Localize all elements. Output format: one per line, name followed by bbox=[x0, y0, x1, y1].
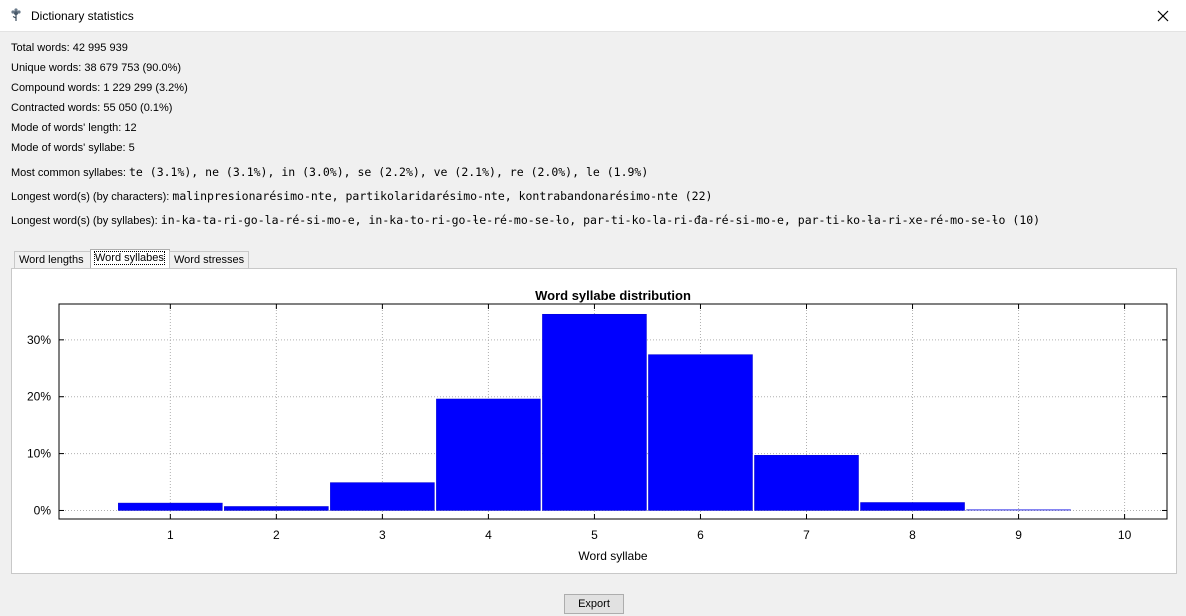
stat-label: Total words: bbox=[11, 42, 70, 54]
bar bbox=[648, 354, 753, 511]
stat-value: 38 679 753 (90.0%) bbox=[84, 62, 182, 74]
tab-label: Word stresses bbox=[174, 254, 245, 266]
x-tick-label: 1 bbox=[167, 528, 174, 542]
x-tick-label: 4 bbox=[485, 528, 492, 542]
stat-label: Most common syllabes: bbox=[11, 167, 126, 179]
bar bbox=[542, 313, 647, 511]
stat-longest-by-characters: Longest word(s) (by characters): malinpr… bbox=[11, 189, 712, 203]
x-tick-label: 6 bbox=[697, 528, 704, 542]
bar bbox=[754, 455, 859, 511]
x-tick-label: 3 bbox=[379, 528, 386, 542]
x-axis-label: Word syllabe bbox=[578, 549, 647, 563]
tab-label: Word lengths bbox=[19, 254, 84, 266]
stat-common-syllabes: Most common syllabes: te (3.1%), ne (3.1… bbox=[11, 165, 648, 179]
stat-label: Mode of words' length: bbox=[11, 122, 122, 134]
x-tick-label: 10 bbox=[1118, 528, 1132, 542]
x-tick-label: 2 bbox=[273, 528, 280, 542]
stat-label: Unique words: bbox=[11, 62, 82, 74]
stat-value: 12 bbox=[124, 122, 137, 134]
window-title: Dictionary statistics bbox=[31, 9, 134, 23]
y-tick-label: 20% bbox=[27, 390, 51, 404]
stat-label: Longest word(s) (by syllabes): bbox=[11, 215, 158, 227]
y-tick-label: 0% bbox=[34, 503, 52, 517]
bar bbox=[966, 509, 1071, 511]
chart-panel: Word syllabe distribution 1 2 3 4 5 6 7 8 9 10 0% 1… bbox=[11, 268, 1177, 574]
stat-compound-words: Compound words: 1 229 299 (3.2%) bbox=[11, 82, 188, 94]
stat-value: in-ka-ta-ri-go-la-ré-si-mo-e, in-ka-to-r… bbox=[160, 213, 1041, 227]
stat-longest-by-syllabes: Longest word(s) (by syllabes): in-ka-ta-… bbox=[11, 213, 1040, 227]
stat-label: Contracted words: bbox=[11, 102, 101, 114]
bar bbox=[118, 502, 223, 511]
stat-contracted-words: Contracted words: 55 050 (0.1%) bbox=[11, 102, 172, 114]
tab-word-syllabes[interactable]: Word syllabes bbox=[90, 249, 170, 268]
stat-value: 55 050 (0.1%) bbox=[103, 102, 173, 114]
stat-value: 1 229 299 (3.2%) bbox=[103, 82, 188, 94]
stat-value: te (3.1%), ne (3.1%), in (3.0%), se (2.2… bbox=[129, 165, 649, 179]
close-button[interactable] bbox=[1140, 0, 1186, 31]
x-tick-label: 5 bbox=[591, 528, 598, 542]
tab-word-stresses[interactable]: Word stresses bbox=[169, 251, 249, 268]
chart-title: Word syllabe distribution bbox=[535, 288, 691, 303]
stat-value: 5 bbox=[128, 142, 135, 154]
stat-unique-words: Unique words: 38 679 753 (90.0%) bbox=[11, 62, 181, 74]
stat-value: 42 995 939 bbox=[72, 42, 128, 54]
bar bbox=[860, 502, 965, 511]
close-icon bbox=[1157, 10, 1169, 21]
bar bbox=[224, 506, 329, 511]
x-tick-label: 8 bbox=[909, 528, 916, 542]
stat-total-words: Total words: 42 995 939 bbox=[11, 42, 128, 54]
title-bar: Dictionary statistics bbox=[0, 0, 1186, 32]
stat-label: Mode of words' syllabe: bbox=[11, 142, 126, 154]
stat-mode-length: Mode of words' length: 12 bbox=[11, 122, 137, 134]
y-tick-label: 10% bbox=[27, 447, 51, 461]
x-tick-label: 9 bbox=[1015, 528, 1022, 542]
bar bbox=[436, 398, 541, 511]
flower-app-icon bbox=[11, 8, 21, 21]
chart-bars bbox=[118, 313, 1071, 511]
export-button[interactable]: Export bbox=[564, 594, 624, 614]
bar bbox=[330, 482, 435, 511]
stat-label: Compound words: bbox=[11, 82, 101, 94]
stat-value: malinpresionarésimo-nte, partikolaridaré… bbox=[172, 189, 713, 203]
x-tick-label: 7 bbox=[803, 528, 810, 542]
tab-label: Word syllabes bbox=[94, 251, 165, 265]
stat-mode-syllabe: Mode of words' syllabe: 5 bbox=[11, 142, 135, 154]
stat-label: Longest word(s) (by characters): bbox=[11, 191, 170, 203]
y-tick-label: 30% bbox=[27, 333, 51, 347]
tab-word-lengths[interactable]: Word lengths bbox=[14, 251, 91, 268]
syllabe-distribution-chart: Word syllabe distribution 1 2 3 4 5 6 7 8 9 10 0% 1… bbox=[27, 288, 1168, 563]
